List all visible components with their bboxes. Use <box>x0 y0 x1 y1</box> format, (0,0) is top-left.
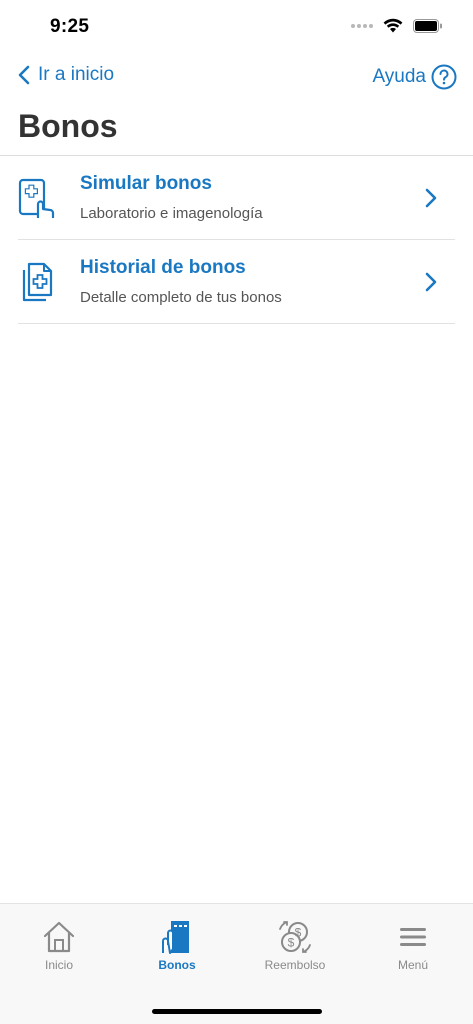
item-subtitle: Detalle completo de tus bonos <box>80 289 282 306</box>
battery-icon <box>413 18 442 33</box>
simular-bonos-item[interactable]: Simular bonos Laboratorio e imagenología <box>18 156 455 240</box>
page-title: Bonos <box>18 108 118 144</box>
tab-label: Inicio <box>44 958 73 972</box>
navigation-bar: Ir a inicio Ayuda <box>0 58 473 98</box>
chevron-right-icon <box>425 188 437 208</box>
bonos-icon <box>162 921 189 954</box>
cellular-signal-icon <box>351 23 373 28</box>
tab-reembolso[interactable]: $ $ Reembolso <box>236 918 354 972</box>
home-icon <box>43 921 75 953</box>
tab-bar: Inicio Bonos $ $ Reembolso Menú <box>0 903 473 1024</box>
item-title: Simular bonos <box>80 173 212 194</box>
svg-text:$: $ <box>288 936 295 950</box>
tab-label: Bonos <box>158 958 196 972</box>
help-label: Ayuda <box>372 66 426 87</box>
menu-list: Simular bonos Laboratorio e imagenología… <box>0 156 473 324</box>
chevron-left-icon <box>18 65 30 85</box>
item-subtitle: Laboratorio e imagenología <box>80 205 263 222</box>
tablet-medical-hand-icon <box>18 178 55 218</box>
home-indicator[interactable] <box>152 1009 322 1014</box>
tab-menu[interactable]: Menú <box>354 918 472 972</box>
status-bar: 9:25 <box>0 0 473 54</box>
medical-documents-icon <box>22 262 53 302</box>
menu-icon <box>400 928 426 946</box>
tab-label: Menú <box>397 958 429 972</box>
svg-text:$: $ <box>295 926 302 940</box>
tab-label: Reembolso <box>264 958 326 972</box>
status-time: 9:25 <box>50 16 90 37</box>
status-icons <box>351 18 443 33</box>
chevron-right-icon <box>425 272 437 292</box>
back-button[interactable]: Ir a inicio <box>18 64 114 86</box>
tab-bonos[interactable]: Bonos <box>118 918 236 972</box>
tab-inicio[interactable]: Inicio <box>0 918 118 972</box>
back-label: Ir a inicio <box>38 64 115 85</box>
question-circle-icon <box>431 64 457 90</box>
reimbursement-icon: $ $ <box>279 921 311 953</box>
help-button[interactable]: Ayuda <box>372 64 457 90</box>
wifi-icon <box>383 18 403 33</box>
item-title: Historial de bonos <box>80 257 246 278</box>
historial-bonos-item[interactable]: Historial de bonos Detalle completo de t… <box>18 240 455 324</box>
